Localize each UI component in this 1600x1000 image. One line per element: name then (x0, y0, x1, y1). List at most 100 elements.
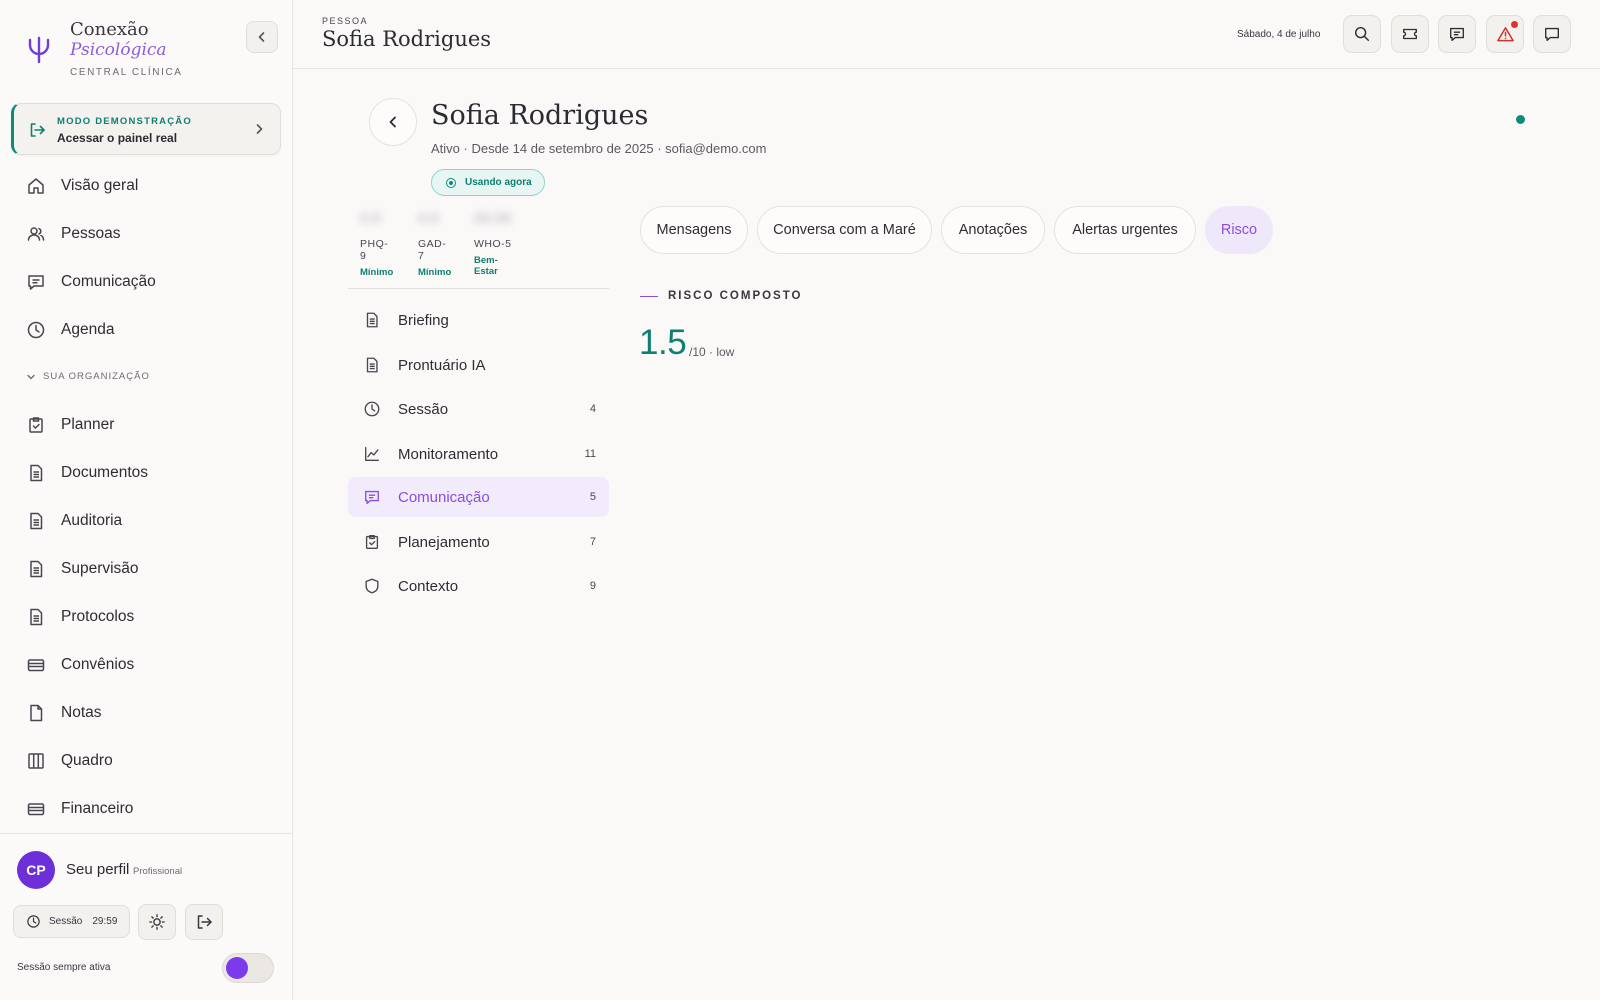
brand[interactable]: Conexão Psicológica CENTRAL CLÍNICA (24, 20, 183, 78)
header-date: Sábado, 4 de julho (1237, 29, 1321, 40)
subnav-contexto[interactable]: Contexto 9 (348, 566, 609, 606)
demo-mode-card[interactable]: MODO DEMONSTRAÇÃO Acessar o painel real (11, 103, 281, 155)
sidebar: Conexão Psicológica CENTRAL CLÍNICA MODO… (0, 0, 293, 1000)
sidebar-item-label: Agenda (61, 321, 115, 338)
sidebar-item-financeiro[interactable]: Financeiro (14, 789, 280, 829)
profile-link[interactable]: Seu perfil (66, 861, 129, 878)
top-header: PESSOA Sofia Rodrigues Sábado, 4 de julh… (293, 0, 1600, 69)
score-value: 0.0 (418, 210, 439, 227)
score-phq9[interactable]: 0.0 PHQ-9 Mínimo (360, 210, 393, 278)
document-icon (26, 607, 46, 627)
score-value: 00.00 (474, 210, 512, 227)
search-icon (1354, 26, 1370, 42)
messages-button[interactable] (1438, 15, 1476, 53)
subnav-prontuario-ia[interactable]: Prontuário IA (348, 345, 609, 385)
sidebar-item-supervisao[interactable]: Supervisão (14, 549, 280, 589)
message-square-icon (1545, 27, 1559, 41)
ticket-button[interactable] (1391, 15, 1429, 53)
sidebar-item-label: Visão geral (61, 177, 139, 194)
subnav-briefing[interactable]: Briefing (348, 300, 609, 340)
subnav-label: Sessão (398, 400, 449, 418)
accent-line (640, 295, 658, 297)
sidebar-item-label: Notas (61, 704, 102, 721)
sidebar-item-planner[interactable]: Planner (14, 405, 280, 445)
chart-line-icon (362, 444, 382, 464)
clipboard-icon (26, 415, 46, 435)
page-title: Sofia Rodrigues (322, 27, 492, 51)
person-meta: Ativo · Desde 14 de setembro de 2025 · s… (431, 141, 767, 156)
profile-role: Profissional (133, 866, 183, 877)
clock-icon (27, 915, 40, 928)
card-icon (26, 655, 46, 675)
ticket-icon (1403, 28, 1417, 40)
subnav-comunicacao[interactable]: Comunicação 5 (348, 477, 609, 517)
chat-icon (1450, 27, 1464, 41)
session-timer[interactable]: Sessão 29:59 (13, 905, 130, 938)
sidebar-item-notas[interactable]: Notas (14, 693, 280, 733)
alerts-button[interactable] (1486, 15, 1524, 53)
sidebar-item-agenda[interactable]: Agenda (14, 310, 280, 350)
subnav-count: 11 (584, 448, 596, 460)
people-icon (26, 224, 46, 244)
sidebar-item-documentos[interactable]: Documentos (14, 453, 280, 493)
sidebar-item-label: Auditoria (61, 512, 123, 529)
sun-icon (149, 914, 165, 930)
sidebar-item-label: Documentos (61, 464, 149, 481)
clipboard-icon (362, 532, 382, 552)
subnav-label: Planejamento (398, 533, 490, 551)
tab-mensagens[interactable]: Mensagens (640, 206, 748, 254)
risk-score-value: 1.5 (639, 323, 687, 362)
tab-risco[interactable]: Risco (1205, 206, 1273, 254)
tab-alertas-urgentes[interactable]: Alertas urgentes (1054, 206, 1196, 254)
chat-button[interactable] (1533, 15, 1571, 53)
sidebar-item-label: Quadro (61, 752, 113, 769)
always-active-label: Sessão sempre ativa (17, 962, 111, 973)
subnav-count: 7 (589, 536, 596, 548)
sidebar-item-label: Convênios (61, 656, 135, 673)
sidebar-footer: CP Seu perfil Profissional Sessão 29:59 … (0, 833, 293, 1000)
subnav-sessao[interactable]: Sessão 4 (348, 389, 609, 429)
header-kicker: PESSOA (322, 16, 369, 26)
subnav-label: Prontuário IA (398, 356, 486, 374)
search-button[interactable] (1343, 15, 1381, 53)
risk-heading-text: RISCO COMPOSTO (668, 290, 803, 302)
columns-icon (26, 751, 46, 771)
collapse-sidebar-button[interactable] (246, 21, 278, 53)
score-name: PHQ-9 (360, 238, 389, 262)
person-name: Sofia Rodrigues (431, 100, 649, 131)
tab-anotacoes[interactable]: Anotações (941, 206, 1045, 254)
home-icon (26, 176, 46, 196)
status-badge-label: Usando agora (465, 177, 532, 188)
subnav-planejamento[interactable]: Planejamento 7 (348, 522, 609, 562)
document-icon (362, 310, 382, 330)
section-toggle-organizacao[interactable]: SUA ORGANIZAÇÃO (26, 371, 150, 382)
sidebar-item-auditoria[interactable]: Auditoria (14, 501, 280, 541)
shield-icon (362, 576, 382, 596)
logout-button[interactable] (185, 904, 223, 940)
document-icon (26, 463, 46, 483)
sidebar-item-visao-geral[interactable]: Visão geral (14, 166, 280, 206)
sidebar-item-convenios[interactable]: Convênios (14, 645, 280, 685)
sidebar-item-label: Protocolos (61, 608, 135, 625)
always-active-toggle[interactable] (222, 953, 274, 983)
sidebar-item-pessoas[interactable]: Pessoas (14, 214, 280, 254)
chevron-right-icon (252, 122, 266, 136)
sidebar-item-comunicacao[interactable]: Comunicação (14, 262, 280, 302)
subnav-monitoramento[interactable]: Monitoramento 11 (348, 434, 609, 474)
score-name: WHO-5 (474, 238, 512, 250)
avatar[interactable]: CP (17, 851, 55, 889)
score-who5[interactable]: 00.00 WHO-5 Bem-Estar (474, 210, 512, 277)
sidebar-item-label: Pessoas (61, 225, 121, 242)
sidebar-item-protocolos[interactable]: Protocolos (14, 597, 280, 637)
file-icon (26, 703, 46, 723)
tab-conversa-mare[interactable]: Conversa com a Maré (757, 206, 932, 254)
score-level: Bem-Estar (474, 255, 498, 277)
sidebar-item-quadro[interactable]: Quadro (14, 741, 280, 781)
score-gad7[interactable]: 0.0 GAD-7 Mínimo (418, 210, 451, 278)
brand-name-line1: Conexão (70, 19, 149, 40)
psi-logo-icon (24, 34, 54, 64)
risk-score-suffix: /10 · low (689, 345, 735, 359)
notification-dot (1511, 21, 1518, 28)
theme-toggle-button[interactable] (138, 904, 176, 940)
back-button[interactable] (369, 98, 417, 146)
